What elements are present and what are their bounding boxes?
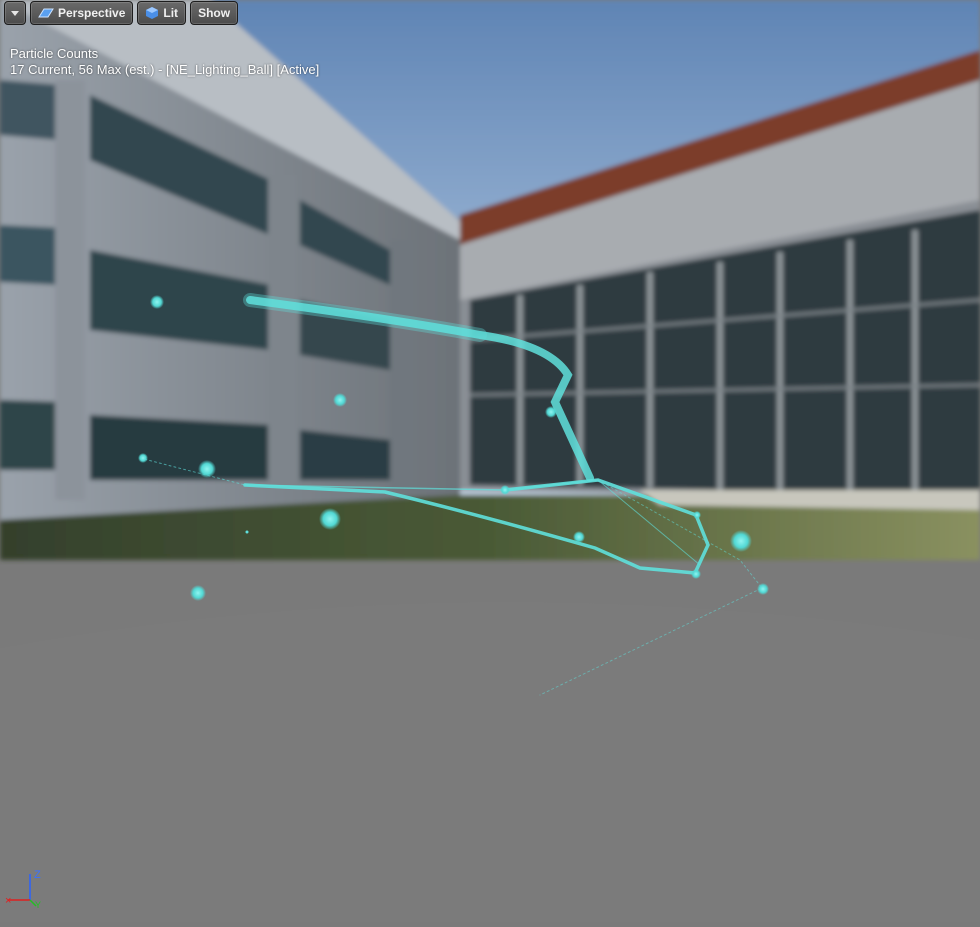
z-axis-label: Z [34,869,41,881]
show-label: Show [198,6,231,20]
floor-plane [0,601,980,922]
background-scene [0,0,980,560]
show-button[interactable]: Show [190,1,239,25]
svg-text:Y: Y [35,900,41,910]
particle-counts-detail: 17 Current, 56 Max (est.) - [NE_Lighting… [10,62,320,77]
level-viewport[interactable]: Perspective Lit Show Particle Counts 17 … [0,0,980,922]
particle-counts-title: Particle Counts [10,46,99,61]
lit-sphere-icon [146,7,159,19]
viewport-toolbar: Perspective Lit Show [4,1,239,25]
chevron-down-icon [11,10,19,16]
scene-render [0,0,980,922]
axis-gizmo-icon: Z × Y [5,869,41,910]
axis-gizmo: Z × Y [4,866,48,912]
perspective-button[interactable]: Perspective [30,1,134,25]
perspective-plane-icon [38,8,54,18]
lit-view-mode-button[interactable]: Lit [137,1,187,25]
viewport-options-button[interactable] [4,1,26,25]
particle-stats-overlay: Particle Counts 17 Current, 56 Max (est.… [10,46,319,78]
perspective-label: Perspective [58,6,126,20]
svg-text:×: × [5,895,11,907]
lit-label: Lit [163,6,179,20]
